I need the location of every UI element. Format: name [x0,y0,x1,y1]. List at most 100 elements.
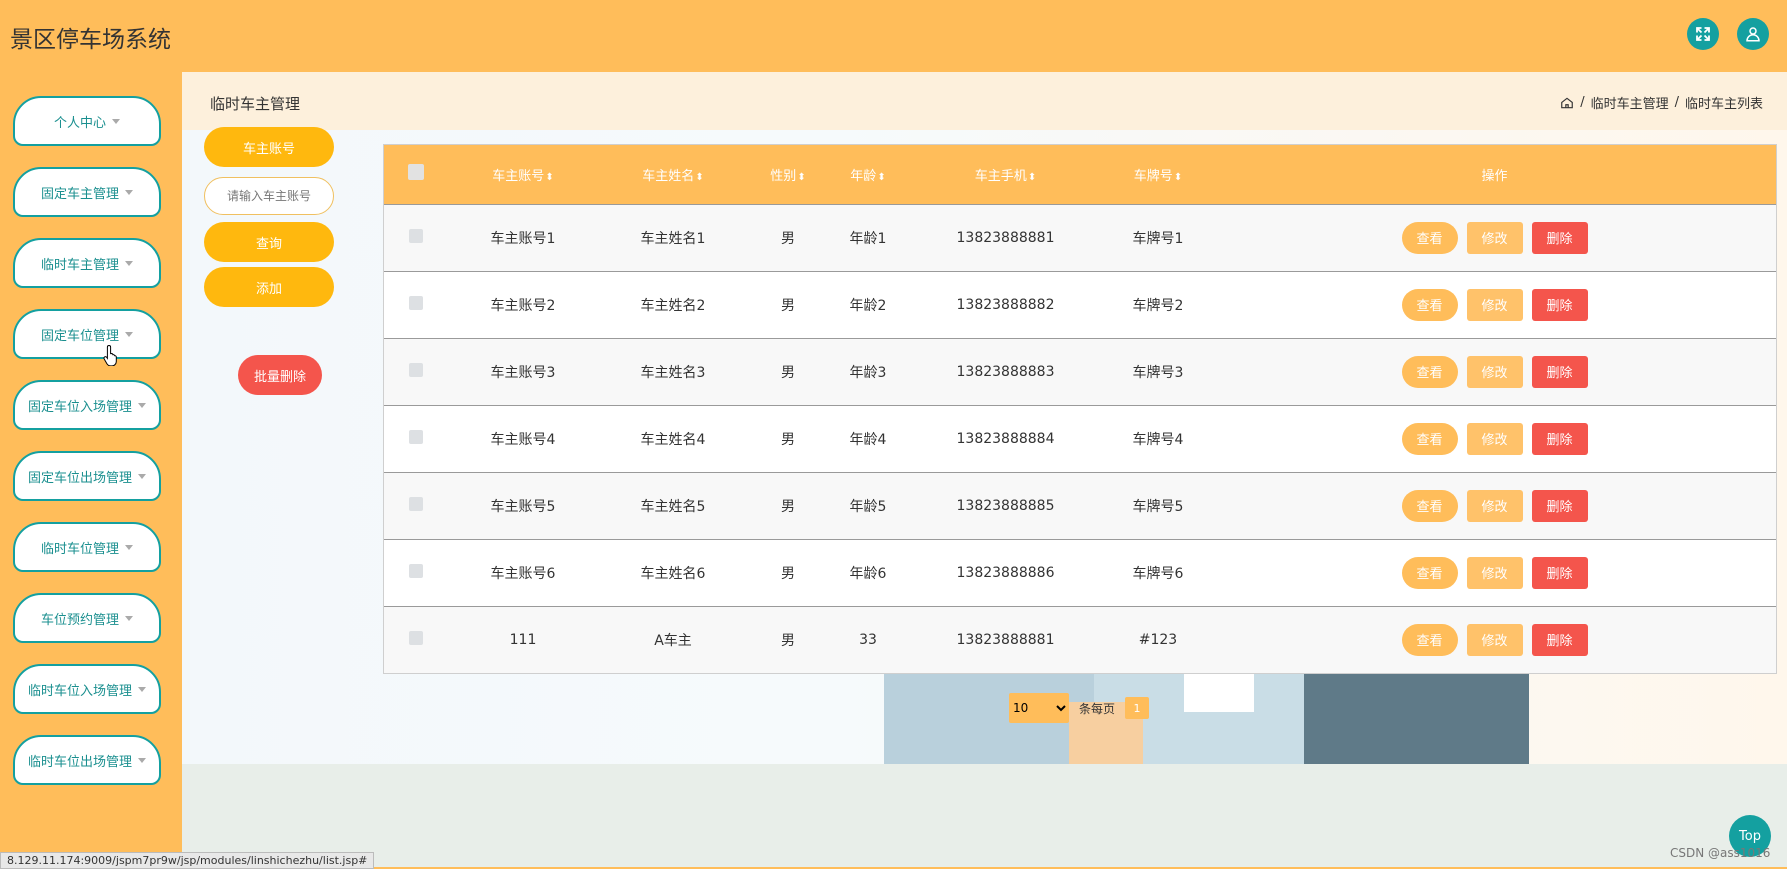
delete-button[interactable]: 删除 [1531,422,1588,455]
sidebar-item-label: 固定车主管理 [40,186,119,202]
query-button[interactable]: 查询 [204,222,334,262]
table-row: 车主账号3 车主姓名3 男 年龄3 13823888883 车牌号3 查看 修改 删除 [384,338,1776,405]
add-button[interactable]: 添加 [204,267,334,307]
row-select-cell[interactable] [384,204,448,271]
search-input[interactable] [204,177,334,215]
select-all-cell[interactable] [384,145,448,204]
cell-plate: 车牌号5 [1132,498,1184,515]
row-checkbox[interactable] [409,362,423,377]
sidebar-item-personal-center[interactable]: 个人中心 [13,96,161,146]
sort-icon[interactable]: ⬍ [695,172,703,183]
delete-button[interactable]: 删除 [1531,623,1588,656]
view-button[interactable]: 查看 [1401,556,1458,589]
column-header-age[interactable]: 年龄⬍ [828,145,908,204]
table-row: 车主账号5 车主姓名5 男 年龄5 13823888885 车牌号5 查看 修改 删除 [384,472,1776,539]
view-button[interactable]: 查看 [1401,422,1458,455]
row-checkbox[interactable] [409,228,423,243]
delete-button[interactable]: 删除 [1531,355,1588,388]
view-button[interactable]: 查看 [1401,288,1458,321]
row-checkbox[interactable] [409,563,423,578]
cell-phone: 13823888881 [956,229,1055,246]
search-field-label: 车主账号 [204,127,334,167]
column-header-plate[interactable]: 车牌号⬍ [1103,145,1213,204]
user-button[interactable] [1737,18,1769,50]
table-row: 车主账号4 车主姓名4 男 年龄4 13823888884 车牌号4 查看 修改 删除 [384,405,1776,472]
column-label: 车主账号 [492,168,545,184]
edit-button[interactable]: 修改 [1466,422,1523,455]
cell-account: 111 [509,631,537,648]
fullscreen-button[interactable] [1687,18,1719,50]
edit-button[interactable]: 修改 [1466,288,1523,321]
cell-gender: 男 [781,230,795,247]
page-size-select[interactable]: 10 [1009,693,1069,723]
sidebar-item-reservation[interactable]: 车位预约管理 [13,593,161,643]
row-checkbox[interactable] [409,295,423,310]
actions-cell: 查看 修改 删除 [1213,271,1776,338]
view-button[interactable]: 查看 [1401,489,1458,522]
sort-icon[interactable]: ⬍ [1028,172,1036,183]
sort-icon[interactable]: ⬍ [877,172,885,183]
sidebar-item-temp-space[interactable]: 临时车位管理 [13,522,161,572]
delete-button[interactable]: 删除 [1531,489,1588,522]
cell-age: 33 [859,631,877,648]
pagination: 10 条每页 1 [1009,693,1150,723]
edit-button[interactable]: 修改 [1466,556,1523,589]
sidebar-item-label: 固定车位管理 [40,328,119,344]
column-header-phone[interactable]: 车主手机⬍ [908,145,1103,204]
view-button[interactable]: 查看 [1401,221,1458,254]
sidebar-item-temp-exit[interactable]: 临时车位出场管理 [13,735,161,785]
delete-button[interactable]: 删除 [1531,221,1588,254]
cell-gender: 男 [781,632,795,649]
title-bar: 临时车主管理 / 临时车主管理 / 临时车主列表 [182,72,1787,130]
breadcrumb-item[interactable]: 临时车主管理 [1591,93,1669,112]
cell-account: 车主账号5 [490,498,556,515]
row-select-cell[interactable] [384,271,448,338]
cell-phone: 13823888881 [956,631,1055,648]
actions-cell: 查看 修改 删除 [1213,539,1776,606]
cell-name: A车主 [654,632,692,649]
expand-icon [1696,27,1710,41]
sidebar-item-temp-entry[interactable]: 临时车位入场管理 [13,664,161,714]
edit-button[interactable]: 修改 [1466,623,1523,656]
batch-delete-button[interactable]: 批量删除 [238,355,322,395]
row-checkbox[interactable] [409,630,423,645]
sidebar-item-fixed-entry[interactable]: 固定车位入场管理 [13,380,161,430]
home-icon[interactable] [1560,96,1574,110]
row-checkbox[interactable] [409,429,423,444]
delete-button[interactable]: 删除 [1531,288,1588,321]
table-header-row: 车主账号⬍ 车主姓名⬍ 性别⬍ 年龄⬍ 车主手机⬍ 车牌号⬍ 操作 [384,145,1776,204]
cell-plate: 车牌号4 [1132,431,1184,448]
sidebar-item-fixed-space[interactable]: 固定车位管理 [13,309,161,359]
row-select-cell[interactable] [384,338,448,405]
select-all-checkbox[interactable] [408,164,424,181]
row-select-cell[interactable] [384,539,448,606]
row-select-cell[interactable] [384,472,448,539]
row-select-cell[interactable] [384,405,448,472]
row-select-cell[interactable] [384,606,448,673]
column-header-account[interactable]: 车主账号⬍ [448,145,598,204]
sidebar-item-temp-owner[interactable]: 临时车主管理 [13,238,161,288]
edit-button[interactable]: 修改 [1466,489,1523,522]
row-checkbox[interactable] [409,496,423,511]
view-button[interactable]: 查看 [1401,623,1458,656]
column-label: 车主姓名 [642,168,695,184]
page-number[interactable]: 1 [1125,697,1150,719]
column-header-gender[interactable]: 性别⬍ [748,145,828,204]
sort-icon[interactable]: ⬍ [1174,172,1182,183]
sidebar-item-fixed-exit[interactable]: 固定车位出场管理 [13,451,161,501]
cell-plate: 车牌号3 [1132,364,1184,381]
delete-button[interactable]: 删除 [1531,556,1588,589]
sort-icon[interactable]: ⬍ [797,172,805,183]
cell-plate: 车牌号6 [1132,565,1184,582]
edit-button[interactable]: 修改 [1466,355,1523,388]
sort-icon[interactable]: ⬍ [545,172,553,183]
illustration-shape [1184,672,1254,712]
sidebar-item-fixed-owner[interactable]: 固定车主管理 [13,167,161,217]
cell-name: 车主姓名5 [640,498,706,515]
column-header-name[interactable]: 车主姓名⬍ [598,145,748,204]
actions-cell: 查看 修改 删除 [1213,338,1776,405]
column-header-actions: 操作 [1481,168,1508,184]
view-button[interactable]: 查看 [1401,355,1458,388]
cell-gender: 男 [781,364,795,381]
edit-button[interactable]: 修改 [1466,221,1523,254]
